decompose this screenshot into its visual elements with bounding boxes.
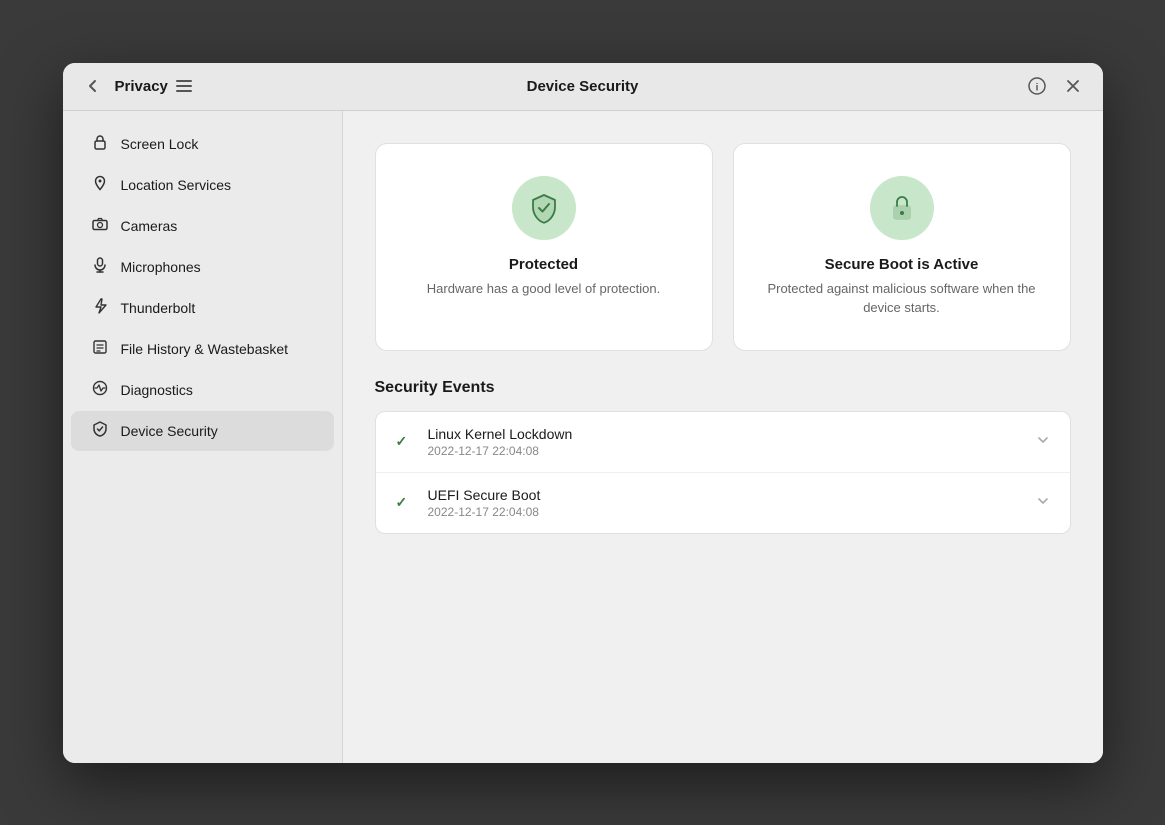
event-name-uefi: UEFI Secure Boot (428, 487, 1036, 503)
microphone-icon (91, 257, 109, 277)
content-area: Screen Lock Location Services (63, 111, 1103, 763)
protected-icon-circle (512, 176, 576, 240)
check-icon-linux: ✓ (396, 433, 416, 450)
sidebar-item-label: Screen Lock (121, 136, 199, 152)
info-button[interactable]: i (1023, 72, 1051, 100)
sidebar-item-label: Device Security (121, 423, 218, 439)
event-info-linux: Linux Kernel Lockdown 2022-12-17 22:04:0… (428, 426, 1036, 458)
lock-active-icon (886, 192, 918, 224)
sidebar-item-label: Cameras (121, 218, 178, 234)
window-title: Device Security (279, 78, 887, 95)
secure-boot-title: Secure Boot is Active (825, 256, 979, 273)
file-history-icon (91, 339, 109, 359)
sidebar-item-file-history[interactable]: File History & Wastebasket (71, 329, 334, 369)
lock-icon (91, 134, 109, 154)
shield-check-icon (528, 192, 560, 224)
protected-desc: Hardware has a good level of protection. (427, 279, 660, 299)
sidebar-item-label: Thunderbolt (121, 300, 196, 316)
secure-boot-desc: Protected against malicious software whe… (758, 279, 1046, 318)
thunderbolt-icon (91, 298, 109, 318)
sidebar-item-screen-lock[interactable]: Screen Lock (71, 124, 334, 164)
main-content: Protected Hardware has a good level of p… (343, 111, 1103, 763)
protected-card: Protected Hardware has a good level of p… (375, 143, 713, 351)
chevron-down-icon-uefi (1036, 494, 1050, 511)
device-security-icon (91, 421, 109, 441)
event-time-linux: 2022-12-17 22:04:08 (428, 444, 1036, 458)
app-window: Privacy Device Security i (63, 63, 1103, 763)
titlebar-left: Privacy (79, 72, 279, 100)
close-button[interactable] (1059, 72, 1087, 100)
event-name-linux: Linux Kernel Lockdown (428, 426, 1036, 442)
secure-boot-icon-circle (870, 176, 934, 240)
sidebar: Screen Lock Location Services (63, 111, 343, 763)
sidebar-item-location-services[interactable]: Location Services (71, 165, 334, 205)
svg-text:i: i (1035, 83, 1038, 94)
sidebar-title: Privacy (115, 78, 168, 95)
sidebar-item-label: Location Services (121, 177, 232, 193)
protected-title: Protected (509, 256, 578, 273)
sidebar-item-label: Diagnostics (121, 382, 193, 398)
back-button[interactable] (79, 72, 107, 100)
sidebar-item-device-security[interactable]: Device Security (71, 411, 334, 451)
sidebar-item-cameras[interactable]: Cameras (71, 206, 334, 246)
event-item-linux-kernel[interactable]: ✓ Linux Kernel Lockdown 2022-12-17 22:04… (376, 412, 1070, 473)
event-info-uefi: UEFI Secure Boot 2022-12-17 22:04:08 (428, 487, 1036, 519)
event-time-uefi: 2022-12-17 22:04:08 (428, 505, 1036, 519)
titlebar-right: i (887, 72, 1087, 100)
sidebar-item-label: File History & Wastebasket (121, 341, 289, 357)
diagnostics-icon (91, 380, 109, 400)
event-item-uefi[interactable]: ✓ UEFI Secure Boot 2022-12-17 22:04:08 (376, 473, 1070, 533)
secure-boot-card: Secure Boot is Active Protected against … (733, 143, 1071, 351)
security-events-title: Security Events (375, 379, 1071, 397)
sidebar-item-thunderbolt[interactable]: Thunderbolt (71, 288, 334, 328)
camera-icon (91, 216, 109, 236)
check-icon-uefi: ✓ (396, 494, 416, 511)
menu-button[interactable] (176, 80, 192, 92)
location-icon (91, 175, 109, 195)
events-list: ✓ Linux Kernel Lockdown 2022-12-17 22:04… (375, 411, 1071, 534)
cards-row: Protected Hardware has a good level of p… (375, 143, 1071, 351)
sidebar-item-diagnostics[interactable]: Diagnostics (71, 370, 334, 410)
sidebar-item-label: Microphones (121, 259, 201, 275)
sidebar-item-microphones[interactable]: Microphones (71, 247, 334, 287)
chevron-down-icon-linux (1036, 433, 1050, 450)
titlebar: Privacy Device Security i (63, 63, 1103, 111)
